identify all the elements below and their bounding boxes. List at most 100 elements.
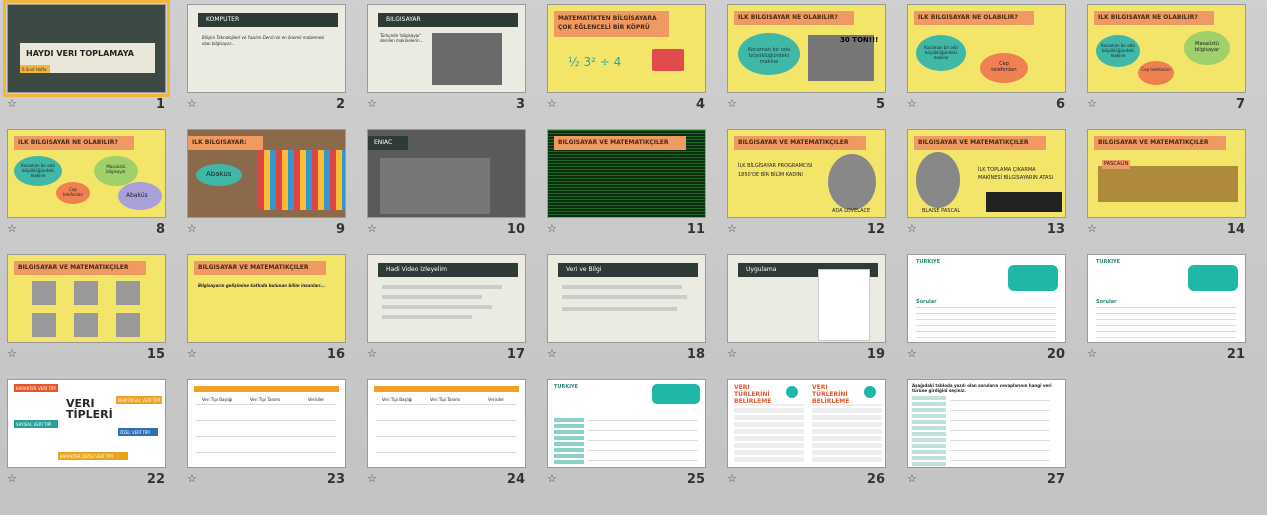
star-icon[interactable]: ☆ bbox=[907, 223, 917, 234]
slide-title: BİLGİSAYAR bbox=[386, 16, 421, 23]
star-icon[interactable]: ☆ bbox=[907, 473, 917, 484]
slide-thumbnail[interactable]: HAYDİ VERİ TOPLAMAYA 6.Sınıf Hafta bbox=[3, 0, 170, 97]
slide-19[interactable]: Uygulama ☆ 19 bbox=[721, 250, 895, 366]
slide-number: 18 bbox=[686, 347, 705, 362]
slide-thumbnail[interactable]: İLK BİLGİSAYAR NE OLABİLİR? Kocaman bir … bbox=[907, 4, 1066, 93]
slide-body: Türkçede 'bilgisayar' denilen makineleri… bbox=[380, 33, 424, 43]
slide-14[interactable]: BİLGİSAYAR VE MATEMATİKÇİLER PASCALİN ☆ … bbox=[1081, 125, 1255, 241]
star-icon[interactable]: ☆ bbox=[7, 348, 17, 359]
slide-thumbnail[interactable]: Veri ve Bilgi bbox=[547, 254, 706, 343]
star-icon[interactable]: ☆ bbox=[7, 473, 17, 484]
star-icon[interactable]: ☆ bbox=[727, 223, 737, 234]
star-icon[interactable]: ☆ bbox=[727, 98, 737, 109]
star-icon[interactable]: ☆ bbox=[367, 473, 377, 484]
slide-thumbnail[interactable]: Uygulama bbox=[727, 254, 886, 343]
slide-thumbnail[interactable]: BİLGİSAYAR VE MATEMATİKÇİLER BLAISE PASC… bbox=[907, 129, 1066, 218]
star-icon[interactable]: ☆ bbox=[727, 473, 737, 484]
slide-thumbnail[interactable]: VERİ TÜRLERİNİ BELİRLEME VERİ TÜRLERİNİ … bbox=[727, 379, 886, 468]
slide-13[interactable]: BİLGİSAYAR VE MATEMATİKÇİLER BLAISE PASC… bbox=[901, 125, 1075, 241]
slide-17[interactable]: Hadi Video İzleyelim ☆ 17 bbox=[361, 250, 535, 366]
star-icon[interactable]: ☆ bbox=[907, 98, 917, 109]
slide-23[interactable]: Veri Tipi Başlığı Veri Tipi Tanımı Veris… bbox=[181, 375, 355, 491]
star-icon[interactable]: ☆ bbox=[547, 473, 557, 484]
slide-number: 19 bbox=[866, 347, 885, 362]
slide-20[interactable]: TÜRKİYE Sorular ☆ 20 bbox=[901, 250, 1075, 366]
slide-thumbnail[interactable]: İLK BİLGİSAYAR NE OLABİLİR? Kocaman bir … bbox=[1087, 4, 1246, 93]
slide-thumbnail[interactable]: KARAKTER VERİ TİPİ VERİ TİPLERİ MANTIKSA… bbox=[7, 379, 166, 468]
slide-24[interactable]: Veri Tipi Başlığı Veri Tipi Tanımı Veris… bbox=[361, 375, 535, 491]
slide-11[interactable]: BİLGİSAYAR VE MATEMATİKÇİLER ☆ 11 bbox=[541, 125, 715, 241]
slide-1[interactable]: HAYDİ VERİ TOPLAMAYA 6.Sınıf Hafta ☆ 1 bbox=[1, 0, 175, 116]
star-icon[interactable]: ☆ bbox=[187, 98, 197, 109]
slide-thumbnail[interactable]: Aşağıdaki tabloda yazılı olan soruların … bbox=[907, 379, 1066, 468]
slide-thumbnail[interactable]: BİLGİSAYAR VE MATEMATİKÇİLER bbox=[547, 129, 706, 218]
slide-number: 4 bbox=[695, 97, 705, 112]
slide-thumbnail[interactable]: TÜRKİYE Sorular bbox=[907, 254, 1066, 343]
star-icon[interactable]: ☆ bbox=[547, 98, 557, 109]
slide-number: 13 bbox=[1046, 222, 1065, 237]
star-icon[interactable]: ☆ bbox=[547, 223, 557, 234]
star-icon[interactable]: ☆ bbox=[547, 348, 557, 359]
star-icon[interactable]: ☆ bbox=[187, 348, 197, 359]
slide-number: 25 bbox=[686, 472, 705, 487]
slide-number: 7 bbox=[1235, 97, 1245, 112]
slide-number: 21 bbox=[1226, 347, 1245, 362]
star-icon[interactable]: ☆ bbox=[367, 223, 377, 234]
slide-26[interactable]: VERİ TÜRLERİNİ BELİRLEME VERİ TÜRLERİNİ … bbox=[721, 375, 895, 491]
slide-thumbnail[interactable]: Veri Tipi Başlığı Veri Tipi Tanımı Veris… bbox=[367, 379, 526, 468]
bubble-text: Kocaman bir oda büyüklüğündeki makine bbox=[747, 47, 791, 65]
star-icon[interactable]: ☆ bbox=[1087, 223, 1097, 234]
slide-7[interactable]: İLK BİLGİSAYAR NE OLABİLİR? Kocaman bir … bbox=[1081, 0, 1255, 116]
slide-5[interactable]: İLK BİLGİSAYAR NE OLABİLİR? Kocaman bir … bbox=[721, 0, 895, 116]
slide-thumbnail[interactable]: TÜRKİYE bbox=[547, 379, 706, 468]
slide-27[interactable]: Aşağıdaki tabloda yazılı olan soruların … bbox=[901, 375, 1075, 491]
slide-22[interactable]: KARAKTER VERİ TİPİ VERİ TİPLERİ MANTIKSA… bbox=[1, 375, 175, 491]
star-icon[interactable]: ☆ bbox=[1087, 348, 1097, 359]
star-icon[interactable]: ☆ bbox=[1087, 98, 1097, 109]
slide-thumbnail[interactable]: BİLGİSAYAR VE MATEMATİKÇİLER PASCALİN bbox=[1087, 129, 1246, 218]
slide-thumbnail[interactable]: ENIAC bbox=[367, 129, 526, 218]
slide-8[interactable]: İLK BİLGİSAYAR NE OLABİLİR? Kocaman bir … bbox=[1, 125, 175, 241]
slide-10[interactable]: ENIAC ☆ 10 bbox=[361, 125, 535, 241]
slide-3[interactable]: BİLGİSAYAR Türkçede 'bilgisayar' denilen… bbox=[361, 0, 535, 116]
slide-number: 11 bbox=[686, 222, 705, 237]
slide-number: 10 bbox=[506, 222, 525, 237]
star-icon[interactable]: ☆ bbox=[907, 348, 917, 359]
slide-2[interactable]: KOMPÜTER Bilişim Teknolojileri ve Yazılı… bbox=[181, 0, 355, 116]
star-icon[interactable]: ☆ bbox=[7, 98, 17, 109]
slide-4[interactable]: MATEMATİKTEN BİLGİSAYARA ÇOK EĞLENCELİ B… bbox=[541, 0, 715, 116]
slide-25[interactable]: TÜRKİYE ☆ 25 bbox=[541, 375, 715, 491]
slide-18[interactable]: Veri ve Bilgi ☆ 18 bbox=[541, 250, 715, 366]
slide-number: 26 bbox=[866, 472, 885, 487]
star-icon[interactable]: ☆ bbox=[187, 473, 197, 484]
slide-sorter-view: HAYDİ VERİ TOPLAMAYA 6.Sınıf Hafta ☆ 1 K… bbox=[0, 0, 1267, 515]
slide-number: 1 bbox=[155, 97, 165, 112]
star-icon[interactable]: ☆ bbox=[367, 98, 377, 109]
slide-thumbnail[interactable]: İLK BİLGİSAYAR NE OLABİLİR? Kocaman bir … bbox=[7, 129, 166, 218]
slide-thumbnail[interactable]: Veri Tipi Başlığı Veri Tipi Tanımı Veris… bbox=[187, 379, 346, 468]
slide-12[interactable]: BİLGİSAYAR VE MATEMATİKÇİLER İLK BİLGİSA… bbox=[721, 125, 895, 241]
slide-9[interactable]: İLK BİLGİSAYAR: Abaküs ☆ 9 bbox=[181, 125, 355, 241]
map-image bbox=[1188, 265, 1238, 291]
star-icon[interactable]: ☆ bbox=[7, 223, 17, 234]
star-icon[interactable]: ☆ bbox=[367, 348, 377, 359]
slide-thumbnail[interactable]: BİLGİSAYAR VE MATEMATİKÇİLER bbox=[7, 254, 166, 343]
slide-thumbnail[interactable]: BİLGİSAYAR Türkçede 'bilgisayar' denilen… bbox=[367, 4, 526, 93]
slide-thumbnail[interactable]: BİLGİSAYAR VE MATEMATİKÇİLER Bilgisayarı… bbox=[187, 254, 346, 343]
portrait-image bbox=[916, 152, 960, 208]
star-icon[interactable]: ☆ bbox=[727, 348, 737, 359]
slide-thumbnail[interactable]: MATEMATİKTEN BİLGİSAYARA ÇOK EĞLENCELİ B… bbox=[547, 4, 706, 93]
slide-21[interactable]: TÜRKİYE Sorular ☆ 21 bbox=[1081, 250, 1255, 366]
slide-thumbnail[interactable]: İLK BİLGİSAYAR: Abaküs bbox=[187, 129, 346, 218]
slide-thumbnail[interactable]: KOMPÜTER Bilişim Teknolojileri ve Yazılı… bbox=[187, 4, 346, 93]
slide-6[interactable]: İLK BİLGİSAYAR NE OLABİLİR? Kocaman bir … bbox=[901, 0, 1075, 116]
slide-16[interactable]: BİLGİSAYAR VE MATEMATİKÇİLER Bilgisayarı… bbox=[181, 250, 355, 366]
abacus-image bbox=[258, 150, 345, 210]
slide-thumbnail[interactable]: TÜRKİYE Sorular bbox=[1087, 254, 1246, 343]
slide-15[interactable]: BİLGİSAYAR VE MATEMATİKÇİLER ☆ 15 bbox=[1, 250, 175, 366]
slide-thumbnail[interactable]: BİLGİSAYAR VE MATEMATİKÇİLER İLK BİLGİSA… bbox=[727, 129, 886, 218]
slide-number: 17 bbox=[506, 347, 525, 362]
slide-thumbnail[interactable]: Hadi Video İzleyelim bbox=[367, 254, 526, 343]
star-icon[interactable]: ☆ bbox=[187, 223, 197, 234]
slide-thumbnail[interactable]: İLK BİLGİSAYAR NE OLABİLİR? Kocaman bir … bbox=[727, 4, 886, 93]
